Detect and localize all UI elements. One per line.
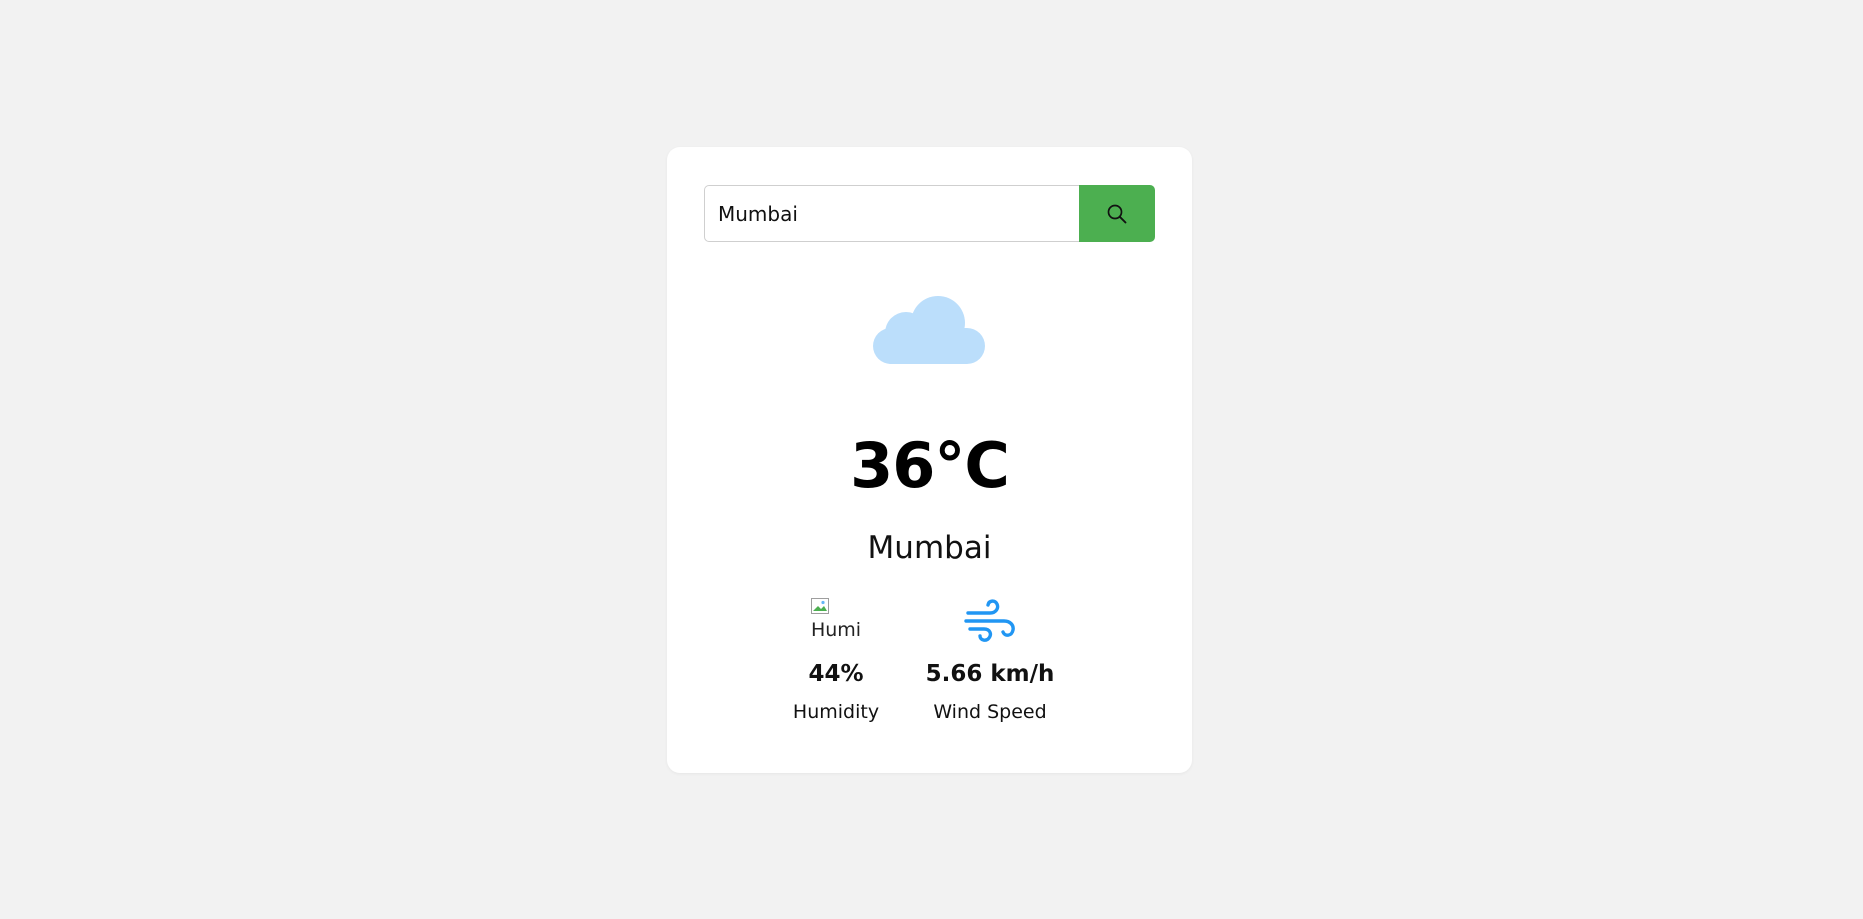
humidity-icon: Humi bbox=[810, 598, 862, 644]
search-icon bbox=[1107, 204, 1127, 223]
temperature: 36°C bbox=[850, 429, 1010, 502]
humidity-label: Humidity bbox=[792, 701, 880, 723]
search-button[interactable] bbox=[1079, 185, 1155, 242]
wind-speed-value: 5.66 km/h bbox=[925, 661, 1055, 687]
wind-detail: 5.66 km/h Wind Speed bbox=[915, 598, 1065, 725]
weather-card: 36°C Mumbai Humi 44% Humidity 5.66 km/h … bbox=[667, 147, 1192, 773]
broken-image-icon bbox=[811, 598, 829, 614]
city-search-input[interactable] bbox=[704, 185, 1079, 242]
search-bar bbox=[704, 185, 1155, 242]
humidity-icon-alt-text: Humi bbox=[810, 621, 862, 640]
city-name: Mumbai bbox=[867, 530, 992, 566]
humidity-value: 44% bbox=[808, 661, 864, 687]
wind-icon bbox=[964, 599, 1015, 642]
cloud-icon bbox=[873, 296, 985, 364]
humidity-detail: Humi 44% Humidity bbox=[784, 598, 888, 725]
wind-speed-label: Wind Speed bbox=[933, 701, 1047, 723]
